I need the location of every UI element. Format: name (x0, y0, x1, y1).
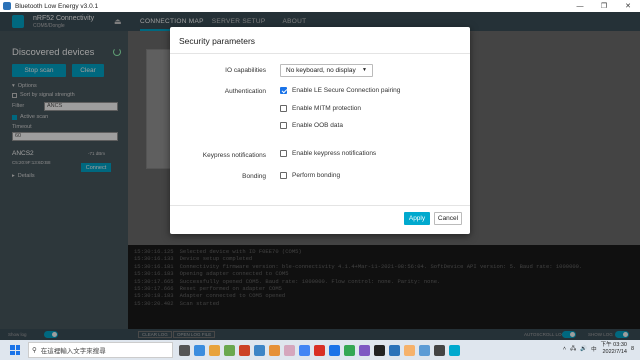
notification-count[interactable]: 8 (631, 346, 634, 352)
cancel-button[interactable]: Cancel (434, 212, 462, 225)
checkbox-unchecked-icon[interactable] (280, 105, 287, 112)
app-icon (3, 2, 11, 10)
windows-taskbar: ⚲ 在這裡輸入文字來搜尋 ˄ 🖧 🔊 中 下午 03:30 2022/7/14 … (0, 340, 640, 360)
app-icon-16[interactable] (434, 344, 445, 356)
window-title: Bluetooth Low Energy v3.0.1 (15, 2, 99, 10)
app-icon-11[interactable] (359, 344, 370, 356)
app-icon-12[interactable] (374, 344, 385, 356)
app-icon-10[interactable] (344, 344, 355, 356)
app-icon-7[interactable] (284, 344, 295, 356)
mitm-checkbox[interactable]: Enable MITM protection (280, 105, 361, 112)
app-icon-2[interactable] (209, 344, 220, 356)
oob-label: Enable OOB data (292, 122, 343, 129)
security-parameters-dialog: Security parameters IO capabilities No k… (170, 27, 470, 234)
checkbox-checked-icon[interactable] (280, 87, 287, 94)
keypress-label: Keypress notifications (202, 152, 266, 159)
volume-icon[interactable]: 🔊 (580, 346, 587, 352)
le-secure-checkbox[interactable]: Enable LE Secure Connection pairing (280, 87, 400, 94)
maximize-button[interactable]: ❐ (592, 0, 616, 12)
apply-button[interactable]: Apply (404, 212, 430, 225)
taskbar-search-box[interactable]: ⚲ 在這裡輸入文字來搜尋 (28, 342, 173, 358)
network-icon[interactable]: 🖧 (570, 345, 576, 354)
bonding-option-label: Perform bonding (292, 172, 341, 179)
tray-chevron-icon[interactable]: ˄ (563, 346, 566, 352)
clock-date: 2022/7/14 (602, 349, 627, 355)
chrome-icon[interactable] (299, 344, 310, 356)
clock-time: 下午 03:30 (600, 342, 627, 348)
app-icon-3[interactable] (224, 344, 235, 356)
app-icon-5[interactable] (254, 344, 265, 356)
app-icon-1[interactable] (194, 344, 205, 356)
task-view-icon[interactable] (179, 344, 190, 356)
search-icon: ⚲ (32, 347, 37, 354)
taskbar-pinned-apps (179, 344, 460, 356)
search-placeholder: 在這裡輸入文字來搜尋 (40, 348, 106, 355)
ime-indicator[interactable]: 中 (591, 345, 597, 353)
dialog-title: Security parameters (170, 27, 470, 54)
io-capabilities-label: IO capabilities (225, 67, 266, 74)
io-capabilities-value: No keyboard, no display (286, 67, 356, 74)
app-icon-13[interactable] (389, 344, 400, 356)
app-icon-6[interactable] (269, 344, 280, 356)
caret-down-icon: ▼ (362, 67, 367, 73)
app-icon-9[interactable] (329, 344, 340, 356)
keypress-option-label: Enable keypress notifications (292, 150, 377, 157)
le-secure-label: Enable LE Secure Connection pairing (292, 87, 401, 94)
checkbox-unchecked-icon[interactable] (280, 122, 287, 129)
bonding-label: Bonding (242, 173, 266, 180)
bonding-checkbox[interactable]: Perform bonding (280, 172, 340, 179)
app-icon-14[interactable] (404, 344, 415, 356)
keypress-checkbox[interactable]: Enable keypress notifications (280, 150, 376, 157)
mitm-label: Enable MITM protection (292, 105, 362, 112)
minimize-button[interactable]: — (568, 0, 592, 12)
nrf-connect-icon[interactable] (449, 344, 460, 356)
window-titlebar: Bluetooth Low Energy v3.0.1 — ❐ ✕ (0, 0, 640, 12)
io-capabilities-select[interactable]: No keyboard, no display ▼ (280, 64, 373, 77)
checkbox-unchecked-icon[interactable] (280, 150, 287, 157)
authentication-label: Authentication (224, 88, 266, 95)
clock[interactable]: 下午 03:30 2022/7/14 (601, 342, 627, 356)
oob-checkbox[interactable]: Enable OOB data (280, 122, 343, 129)
windows-start-icon[interactable] (10, 345, 20, 355)
app-icon-4[interactable] (239, 344, 250, 356)
system-tray: ˄ 🖧 🔊 中 下午 03:30 2022/7/14 8 (563, 342, 634, 356)
close-button[interactable]: ✕ (616, 0, 640, 12)
app-icon-8[interactable] (314, 344, 325, 356)
dialog-footer: Apply Cancel (170, 205, 470, 234)
app-icon-15[interactable] (419, 344, 430, 356)
checkbox-unchecked-icon[interactable] (280, 172, 287, 179)
